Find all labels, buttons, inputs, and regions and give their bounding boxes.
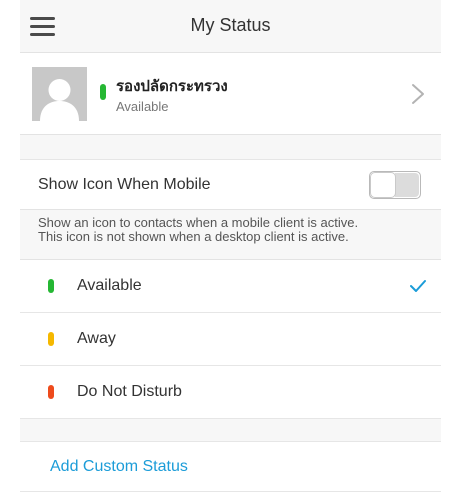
- toggle-track: [395, 173, 419, 197]
- mobile-help-text: Show an icon to contacts when a mobile c…: [20, 209, 441, 260]
- profile-status-indicator: [100, 84, 106, 100]
- status-indicator-available: [48, 279, 54, 293]
- status-label: Available: [77, 277, 142, 294]
- add-custom-status-button[interactable]: Add Custom Status: [20, 441, 441, 492]
- checkmark-icon: [410, 280, 426, 292]
- section-spacer: [20, 135, 441, 160]
- status-indicator-away: [48, 332, 54, 346]
- avatar-placeholder-icon: [32, 67, 87, 121]
- status-panel: My Status รองปลัดกระทรวง Available Show …: [20, 0, 441, 497]
- header-bar: My Status: [20, 0, 441, 53]
- help-line-2: This icon is not shown when a desktop cl…: [38, 229, 349, 244]
- status-option-do-not-disturb[interactable]: Do Not Disturb: [20, 366, 441, 419]
- show-icon-mobile-label: Show Icon When Mobile: [38, 176, 211, 193]
- toggle-knob: [371, 173, 395, 197]
- show-icon-mobile-toggle[interactable]: [369, 171, 421, 199]
- status-indicator-do-not-disturb: [48, 385, 54, 399]
- profile-status-text: Available: [116, 99, 169, 114]
- add-custom-status-label: Add Custom Status: [50, 458, 188, 475]
- status-label: Away: [77, 330, 116, 347]
- chevron-right-icon: [412, 84, 424, 104]
- status-option-available[interactable]: Available: [20, 260, 441, 313]
- page-title: My Status: [190, 15, 271, 35]
- status-option-away[interactable]: Away: [20, 313, 441, 366]
- my-status-screen: My Status รองปลัดกระทรวง Available Show …: [0, 0, 461, 497]
- show-icon-mobile-row: Show Icon When Mobile: [20, 160, 441, 209]
- help-line-1: Show an icon to contacts when a mobile c…: [38, 215, 359, 230]
- profile-row[interactable]: รองปลัดกระทรวง Available: [20, 53, 441, 135]
- profile-name: รองปลัดกระทรวง: [116, 78, 228, 95]
- status-label: Do Not Disturb: [77, 383, 182, 400]
- section-spacer: [20, 419, 441, 441]
